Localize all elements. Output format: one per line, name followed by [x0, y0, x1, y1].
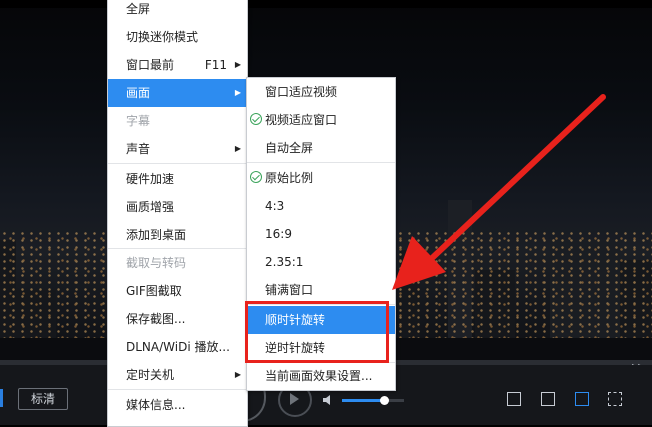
submenu-arrow-icon: ▶: [234, 60, 241, 69]
menu-item-always-on-top[interactable]: 窗口最前 F11 ▶: [108, 51, 247, 79]
menu-item-hw-accel[interactable]: 硬件加速: [108, 165, 247, 193]
menu-item-label: 当前画面效果设置...: [265, 369, 373, 383]
menu-item-label: 视频适应窗口: [265, 113, 338, 127]
submenu-item-auto-fullscreen[interactable]: 自动全屏: [247, 134, 395, 162]
submenu-item-effect-settings[interactable]: 当前画面效果设置...: [247, 362, 395, 390]
menu-divider: [108, 163, 247, 164]
menu-item-label: 铺满窗口: [265, 283, 314, 297]
menu-item-label: 添加到桌面: [126, 228, 187, 242]
menu-item-dlna[interactable]: DLNA/WiDi 播放...: [108, 333, 247, 361]
submenu-arrow-icon: ▶: [234, 144, 241, 153]
menu-item-label: 切换迷你模式: [126, 30, 199, 44]
menu-item-label: 截取与转码: [126, 256, 187, 270]
submenu-item-video-fit-window[interactable]: 视频适应窗口: [247, 106, 395, 134]
menu-item-save-screenshot[interactable]: 保存截图...: [108, 305, 247, 333]
menu-item-timer-shutdown[interactable]: 定时关机 ▶: [108, 361, 247, 389]
mini-mode-icon[interactable]: [541, 392, 555, 406]
menu-item-enhance[interactable]: 画质增强: [108, 193, 247, 221]
menu-item-label: DLNA/WiDi 播放...: [126, 340, 230, 354]
menu-divider: [247, 162, 395, 163]
menu-item-mini-mode[interactable]: 切换迷你模式: [108, 23, 247, 51]
submenu-item-ratio-4-3[interactable]: 4:3: [247, 192, 395, 220]
menu-item-add-desktop[interactable]: 添加到桌面: [108, 221, 247, 249]
menu-item-picture[interactable]: 画面 ▶: [108, 79, 247, 107]
menu-item-label: 全屏: [126, 2, 151, 16]
fullscreen-icon[interactable]: [608, 392, 622, 406]
menu-divider: [108, 389, 247, 390]
menu-item-label: 2.35:1: [265, 255, 304, 269]
play-next-icon: [290, 393, 299, 405]
menu-item-label: 硬件加速: [126, 172, 175, 186]
submenu-arrow-icon: ▶: [234, 88, 241, 97]
submenu-arrow-icon: ▶: [234, 370, 241, 379]
grid-mode-icon[interactable]: [575, 392, 589, 406]
menu-item-label: 自动全屏: [265, 141, 314, 155]
volume-icon[interactable]: [322, 394, 334, 406]
menu-item-label: 16:9: [265, 227, 292, 241]
submenu-item-ratio-2-35-1[interactable]: 2.35:1: [247, 248, 395, 276]
submenu-item-original-ratio[interactable]: 原始比例: [247, 164, 395, 192]
submenu-item-fill-window[interactable]: 铺满窗口: [247, 276, 395, 304]
menu-item-gif[interactable]: GIF图截取: [108, 277, 247, 305]
menu-item-label: 画质增强: [126, 200, 175, 214]
video-top-bar: [0, 0, 652, 8]
menu-item-label: 定时关机: [126, 368, 175, 382]
menu-item-capture-transcode[interactable]: 截取与转码: [108, 249, 247, 277]
checkmark-icon: [250, 113, 262, 125]
menu-item-label: 声音: [126, 142, 151, 156]
menu-item-label: 窗口最前: [126, 58, 175, 72]
menu-item-label: GIF图截取: [126, 284, 182, 298]
menu-item-sound[interactable]: 声音 ▶: [108, 135, 247, 163]
menu-item-subtitles[interactable]: 字幕: [108, 107, 247, 135]
highlight-box: [245, 301, 389, 363]
volume-knob[interactable]: [380, 396, 389, 405]
checkmark-icon: [250, 171, 262, 183]
menu-item-label: 4:3: [265, 199, 285, 213]
context-menu: 全屏 切换迷你模式 窗口最前 F11 ▶ 画面 ▶ 字幕 声音 ▶ 硬件加速 画质增强 …: [107, 0, 248, 427]
menu-item-label: 原始比例: [265, 171, 314, 185]
shortcut-label: F11: [204, 58, 227, 72]
quality-button[interactable]: 标清: [18, 388, 68, 410]
menu-item-fullscreen[interactable]: 全屏: [108, 0, 247, 23]
left-edge-indicator: [0, 389, 3, 407]
menu-item-media-info[interactable]: 媒体信息...: [108, 391, 247, 419]
menu-item-label: 画面: [126, 86, 151, 100]
menu-item-label: 字幕: [126, 114, 151, 128]
volume-fill: [342, 399, 384, 402]
menu-item-label: 保存截图...: [126, 312, 186, 326]
menu-item-label: 窗口适应视频: [265, 85, 338, 99]
submenu-item-window-fit-video[interactable]: 窗口适应视频: [247, 78, 395, 106]
menu-item-label: 媒体信息...: [126, 398, 186, 412]
window-mode-icon[interactable]: [507, 392, 521, 406]
submenu-item-ratio-16-9[interactable]: 16:9: [247, 220, 395, 248]
